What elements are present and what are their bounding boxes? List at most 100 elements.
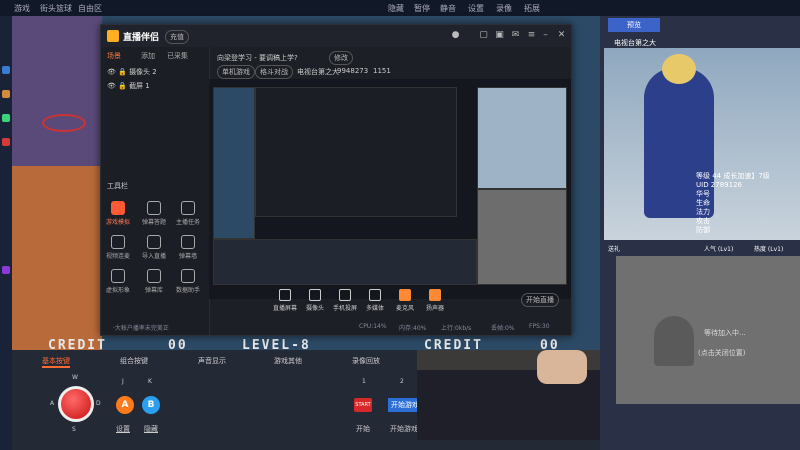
settings-link[interactable]: 设置 [116, 424, 130, 434]
button-a[interactable]: A [116, 396, 134, 414]
tool-danmu-wall[interactable]: 弹幕墙 [175, 235, 201, 260]
topbar-hide[interactable]: 隐藏 [388, 3, 404, 14]
character-hair [662, 54, 696, 84]
topbar-tab-zone[interactable]: 自由区 [78, 3, 102, 14]
camera-button[interactable]: 摄像头 [303, 289, 327, 312]
topbar-pause[interactable]: 暂停 [414, 3, 430, 14]
close-icon[interactable]: ✕ [557, 31, 566, 40]
popularity-label: 人气 (Lv1) [704, 246, 734, 253]
desktop-app-icon[interactable] [2, 90, 10, 98]
desktop-app-icon[interactable] [2, 138, 10, 146]
tool-danmu-lib[interactable]: 弹幕库 [141, 269, 167, 294]
category-tag-2[interactable]: 格斗对战 [255, 65, 293, 79]
nested-character-preview [477, 87, 567, 189]
nested-placeholder-preview [477, 189, 567, 285]
tool-import-live[interactable]: 导入直播 [141, 235, 167, 260]
tab-combo-keys[interactable]: 组合按键 [120, 356, 148, 366]
heat-label: 热度 (Lv1) [754, 246, 784, 253]
credit-left-label: CREDIT [48, 338, 107, 350]
phone-cast-button[interactable]: 手机投屏 [333, 289, 357, 312]
desktop-app-icon[interactable] [2, 114, 10, 122]
multimedia-button[interactable]: 多媒体 [363, 289, 387, 312]
avatar-icon[interactable]: ● [451, 31, 460, 40]
tab-basic-keys[interactable]: 基本按键 [42, 356, 70, 368]
key-down-label: S [72, 426, 76, 433]
guest-slot-placeholder[interactable]: 等待加入中... (点击关闭位置) [616, 256, 800, 404]
scene-item[interactable]: 👁 🔒 摄像头 2 [107, 67, 157, 77]
tab-scenes[interactable]: 场景 [107, 51, 121, 61]
credit-right-value: 00 [540, 338, 560, 350]
category-tag-1[interactable]: 单机游戏 [217, 65, 255, 79]
status-upload: 上行:0kb/s [441, 325, 472, 332]
topbar-record[interactable]: 录像 [496, 3, 512, 14]
tool-virtual-avatar[interactable]: 虚拟形象 [105, 269, 131, 294]
tool-danmu-quiz[interactable]: 弹幕答题 [141, 201, 167, 226]
topbar-tab-street[interactable]: 街头篮球 [40, 3, 72, 14]
preview-button[interactable]: 预览 [608, 18, 660, 32]
modify-title-button[interactable]: 修改 [329, 51, 353, 65]
app-title: 直播伴侣 [123, 33, 160, 43]
tab-game-other[interactable]: 游戏其他 [274, 356, 302, 366]
waiting-text: 等待加入中... [704, 329, 746, 337]
message-icon[interactable]: ✉ [511, 31, 520, 40]
status-warning: ·大帐户播率未完美正 [113, 325, 169, 332]
game-crowd-left [12, 16, 102, 166]
key-j-label: J [122, 378, 124, 385]
topbar-mute[interactable]: 静音 [440, 3, 456, 14]
cast-icon[interactable]: ▣ [495, 31, 504, 40]
start-game-label: 开始游戏 [390, 425, 418, 433]
replay-slot-2: 2 [400, 378, 404, 385]
panel-title: 电视台第之大 [614, 39, 656, 47]
topbar-tab-game[interactable]: 游戏 [14, 3, 30, 14]
stat-line: 生命 [696, 199, 710, 207]
tab-add[interactable]: 添加 [141, 51, 155, 61]
stat-line: 攻击 [696, 217, 710, 225]
topbar-expand[interactable]: 拓展 [524, 3, 540, 14]
microphone-button[interactable]: 麦克风 [393, 289, 417, 312]
start-live-button[interactable]: 开始直播 [521, 293, 559, 307]
recharge-badge[interactable]: 充值 [165, 30, 189, 44]
right-panel: 预览 电视台第之大 等级 44 成长加速】7级 UID 2789126 华号 生… [600, 16, 800, 450]
speaker-button[interactable]: 扬声器 [423, 289, 447, 312]
gift-button[interactable]: 送礼 [608, 244, 620, 253]
scene-panel: 场景 添加 已采集 👁 🔒 摄像头 2 👁 🔒 截屏 1 工具栏 游戏模拟 弹幕… [101, 47, 210, 335]
replay-slot-1: 1 [362, 378, 366, 385]
stat-line: 等级 44 成长加速】7级 [696, 172, 770, 180]
tool-data-helper[interactable]: 数据助手 [175, 269, 201, 294]
share-icon[interactable]: ▢ [479, 31, 488, 40]
person-silhouette-icon [654, 316, 694, 366]
key-k-label: K [148, 378, 152, 385]
hand-image [537, 350, 587, 384]
app-logo-icon [107, 30, 119, 42]
nested-game-preview [213, 87, 255, 239]
record-start-button[interactable]: START [354, 398, 372, 412]
desktop-app-icon[interactable] [2, 66, 10, 74]
scene-item[interactable]: 👁 🔒 截屏 1 [107, 81, 150, 91]
tab-sound-display[interactable]: 声音显示 [198, 356, 226, 366]
stream-preview[interactable] [209, 79, 571, 299]
button-b[interactable]: B [142, 396, 160, 414]
click-hint-text: (点击关闭位置) [698, 349, 746, 357]
tool-anchor-task[interactable]: 主播任务 [175, 201, 201, 226]
nested-controls-preview [213, 239, 477, 285]
credit-left-value: 00 [168, 338, 188, 350]
viewer-count: 1151 [373, 67, 391, 75]
menu-icon[interactable]: ≡ [527, 31, 536, 40]
desktop-app-icon[interactable] [2, 266, 10, 274]
tool-video-link[interactable]: 视频连麦 [105, 235, 131, 260]
hide-link[interactable]: 隐藏 [144, 424, 158, 434]
minimize-icon[interactable]: – [541, 31, 550, 40]
tool-game-emulator[interactable]: 游戏模拟 [105, 201, 131, 226]
live-screen-button[interactable]: 直播屏幕 [273, 289, 297, 312]
room-label: 电视台第之大 [297, 68, 339, 76]
tab-replay[interactable]: 录像回放 [352, 356, 380, 366]
topbar-settings[interactable]: 设置 [468, 3, 484, 14]
status-memory: 内存:40% [399, 325, 427, 332]
tab-collected[interactable]: 已采集 [167, 51, 188, 61]
stream-title: 向梁登学习 - 要调稿上学? [217, 54, 298, 62]
stat-line: 防御 [696, 226, 710, 234]
key-right-label: D [96, 400, 101, 407]
joystick[interactable] [58, 386, 94, 422]
status-dropped: 丢帧:0% [491, 325, 515, 332]
credit-right-label: CREDIT [424, 338, 483, 350]
